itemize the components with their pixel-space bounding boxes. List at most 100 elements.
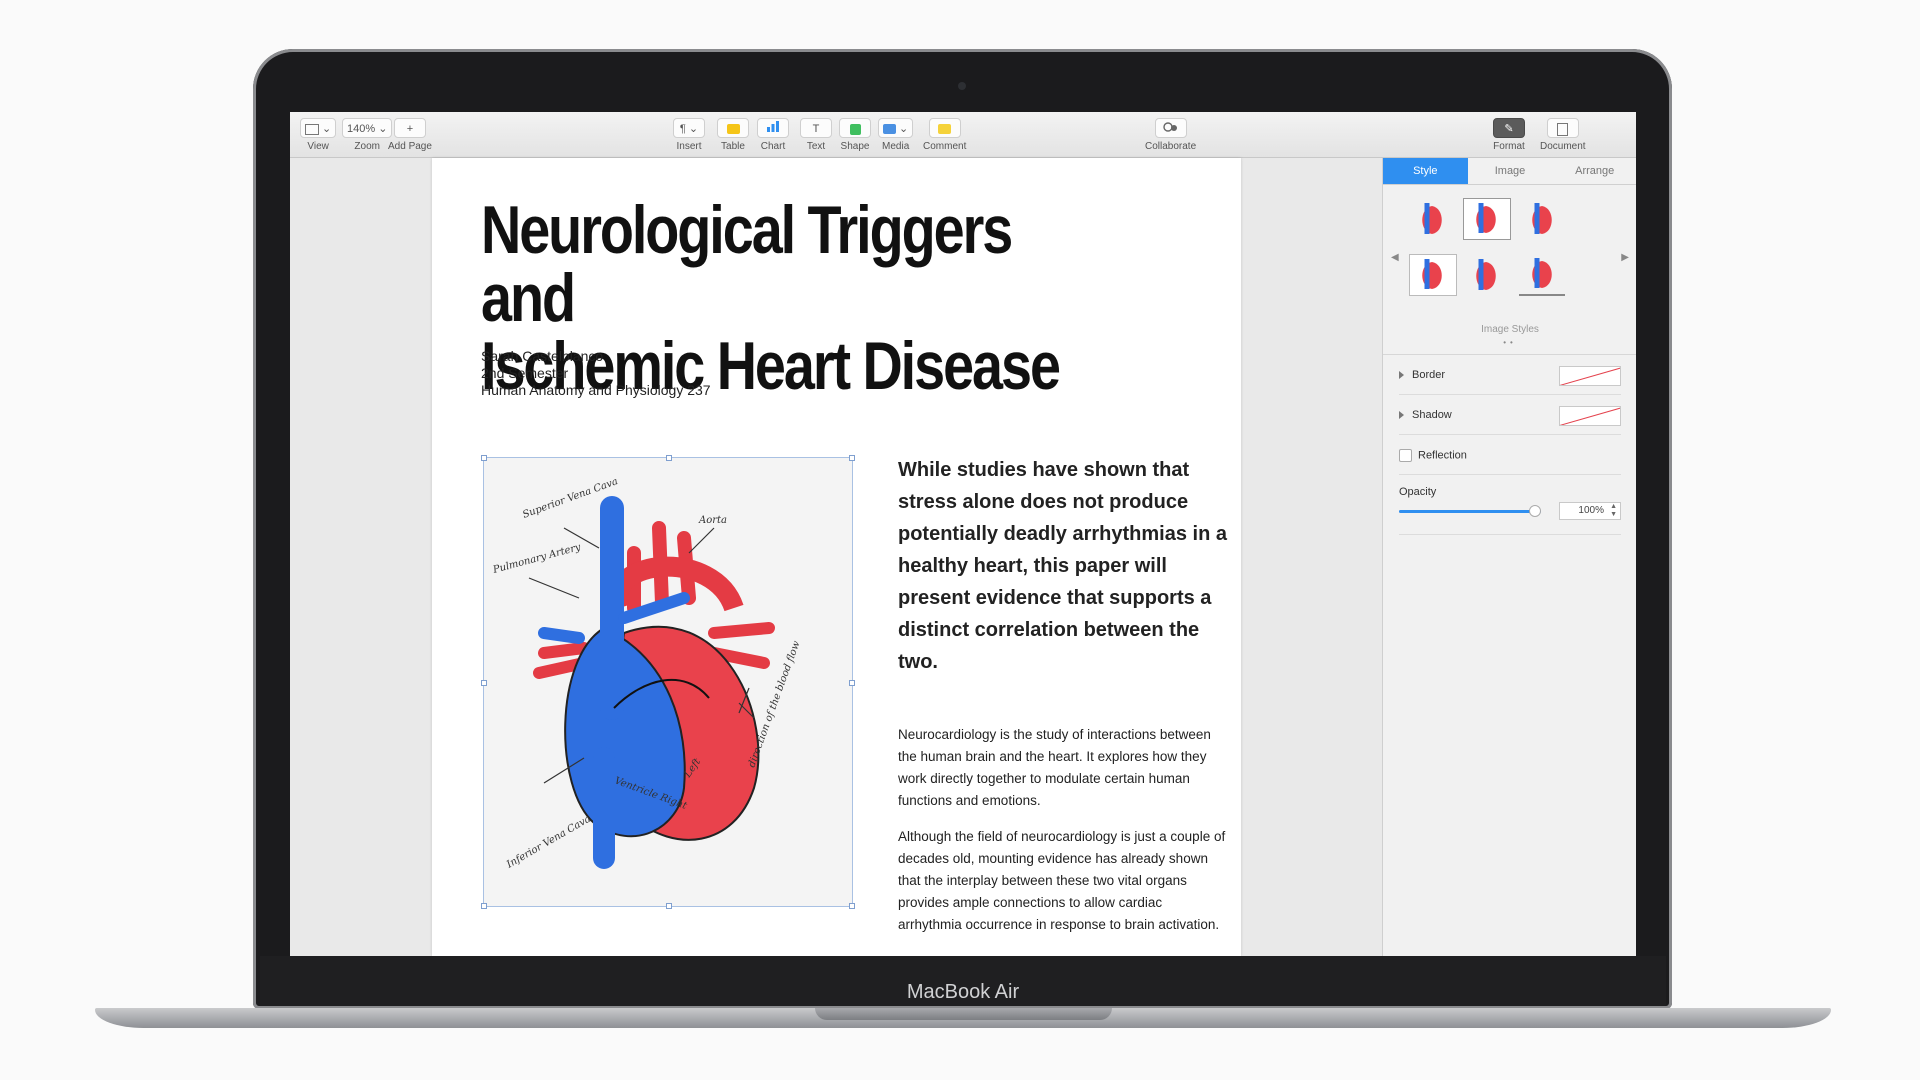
text-icon: T (812, 123, 820, 135)
document-page[interactable]: Neurological Triggers and Ischemic Heart… (432, 158, 1241, 956)
resize-handle-tl[interactable] (481, 455, 487, 461)
image-style-6[interactable] (1519, 254, 1565, 296)
reflection-checkbox[interactable] (1399, 449, 1412, 462)
image-style-4[interactable] (1409, 254, 1457, 296)
disclosure-triangle-icon[interactable] (1399, 411, 1404, 420)
opacity-value[interactable]: 100% (1578, 505, 1604, 516)
shape-tool[interactable]: Shape (839, 118, 871, 152)
media-label: Media (882, 141, 910, 152)
zoom-select[interactable]: 140% ⌄ (342, 118, 393, 138)
shape-button[interactable] (839, 118, 871, 138)
shadow-label: Shadow (1412, 409, 1452, 421)
tab-style[interactable]: Style (1383, 158, 1468, 184)
screen: ⌄ View 140% ⌄ Zoom + Add Page ¶ ⌄ Insert… (290, 112, 1636, 956)
tab-arrange[interactable]: Arrange (1552, 158, 1636, 184)
comment-button[interactable] (928, 118, 961, 138)
resize-handle-tr[interactable] (849, 455, 855, 461)
document-icon (1557, 122, 1569, 136)
opacity-label: Opacity (1399, 486, 1437, 498)
inspector-tabs: Style Image Arrange (1383, 158, 1636, 185)
disclosure-triangle-icon[interactable] (1399, 371, 1404, 380)
body-paragraph-2[interactable]: Although the field of neurocardiology is… (898, 826, 1228, 936)
format-tool[interactable]: ✎ Format (1493, 118, 1525, 152)
comment-icon (938, 124, 952, 135)
resize-handle-b[interactable] (666, 903, 672, 909)
collaborate-label: Collaborate (1145, 141, 1197, 152)
resize-handle-br[interactable] (849, 903, 855, 909)
insert-button[interactable]: ¶ ⌄ (673, 118, 705, 138)
zoom-value: 140% (347, 123, 376, 135)
image-style-1[interactable] (1409, 198, 1455, 238)
chevron-right-icon[interactable]: ▶ (1621, 252, 1629, 263)
body-paragraph-1[interactable]: Neurocardiology is the study of interact… (898, 724, 1228, 812)
page-dots[interactable]: •• (1383, 338, 1636, 347)
photo-icon (883, 124, 896, 135)
view-tool[interactable]: ⌄ View (300, 118, 337, 152)
tab-image[interactable]: Image (1468, 158, 1553, 184)
pull-quote[interactable]: While studies have shown that stress alo… (898, 454, 1228, 678)
format-inspector: Style Image Arrange ◀ ▶ Image Styles •• … (1382, 158, 1636, 956)
hinge-notch (815, 1008, 1112, 1020)
collaborate-button[interactable] (1154, 118, 1187, 139)
author-name[interactable]: Sarah Castelblanco (481, 348, 711, 365)
figure-label-pulmonary: Pulmonary Artery (491, 542, 582, 576)
text-button[interactable]: T (800, 118, 832, 138)
media-tool[interactable]: ⌄ Media (878, 118, 914, 152)
shadow-swatch[interactable] (1559, 406, 1621, 426)
image-style-3[interactable] (1519, 198, 1565, 238)
bottom-bezel: MacBook Air (260, 956, 1666, 1006)
collaborate-tool[interactable]: Collaborate (1145, 118, 1196, 152)
shape-label: Shape (840, 141, 870, 152)
text-label: Text (806, 141, 826, 152)
reflection-row[interactable]: Reflection (1399, 438, 1621, 475)
opacity-slider[interactable] (1399, 505, 1541, 517)
view-button[interactable]: ⌄ (300, 118, 337, 138)
course-name[interactable]: Human Anatomy and Physiology 237 (481, 382, 711, 399)
document-canvas[interactable]: Neurological Triggers and Ischemic Heart… (290, 158, 1382, 956)
document-button[interactable] (1546, 118, 1579, 138)
document-label: Document (1540, 141, 1586, 152)
image-style-5[interactable] (1463, 254, 1509, 294)
zoom-tool[interactable]: 140% ⌄ Zoom (342, 118, 393, 152)
opacity-slider-knob[interactable] (1529, 505, 1541, 517)
table-tool[interactable]: Table (717, 118, 749, 152)
resize-handle-l[interactable] (481, 680, 487, 686)
stepper-arrows-icon[interactable]: ▲ ▼ (1610, 503, 1617, 519)
paintbrush-icon: ✎ (1504, 123, 1514, 135)
document-tool[interactable]: Document (1540, 118, 1586, 152)
image-styles-panel: ◀ ▶ Image Styles •• (1383, 184, 1636, 355)
view-label: View (307, 141, 329, 152)
add-page-button[interactable]: + (393, 118, 426, 138)
chevron-left-icon[interactable]: ◀ (1391, 252, 1399, 263)
format-button[interactable]: ✎ (1493, 118, 1525, 138)
resize-handle-bl[interactable] (481, 903, 487, 909)
collaborate-icon (1162, 119, 1179, 139)
resize-handle-t[interactable] (666, 455, 672, 461)
paragraph-icon: ¶ (679, 123, 686, 135)
toolbar: ⌄ View 140% ⌄ Zoom + Add Page ¶ ⌄ Insert… (290, 112, 1636, 158)
add-page-tool[interactable]: + Add Page (388, 118, 432, 152)
semester[interactable]: 2nd Semester (481, 365, 711, 382)
heart-illustration[interactable]: Superior Vena Cava Aorta Pulmonary Arter… (481, 455, 855, 909)
chart-button[interactable] (757, 118, 789, 138)
chart-icon (766, 119, 780, 139)
resize-handle-r[interactable] (849, 680, 855, 686)
shadow-row[interactable]: Shadow (1399, 398, 1621, 435)
border-swatch[interactable] (1559, 366, 1621, 386)
chart-tool[interactable]: Chart (757, 118, 789, 152)
camera-icon (958, 82, 966, 90)
text-tool[interactable]: T Text (800, 118, 832, 152)
reflection-label: Reflection (1418, 449, 1467, 462)
border-row[interactable]: Border (1399, 358, 1621, 395)
opacity-stepper[interactable]: 100% ▲ ▼ (1559, 502, 1621, 520)
media-button[interactable]: ⌄ (878, 118, 914, 138)
opacity-slider-fill (1399, 510, 1541, 513)
table-button[interactable] (717, 118, 749, 138)
comment-tool[interactable]: Comment (923, 118, 966, 152)
title-line-1[interactable]: Neurological Triggers and (481, 196, 1088, 332)
image-style-2[interactable] (1463, 198, 1511, 240)
insert-tool[interactable]: ¶ ⌄ Insert (673, 118, 705, 152)
author-block[interactable]: Sarah Castelblanco 2nd Semester Human An… (481, 348, 711, 399)
table-icon (726, 124, 740, 135)
sidebar-icon (305, 123, 319, 135)
